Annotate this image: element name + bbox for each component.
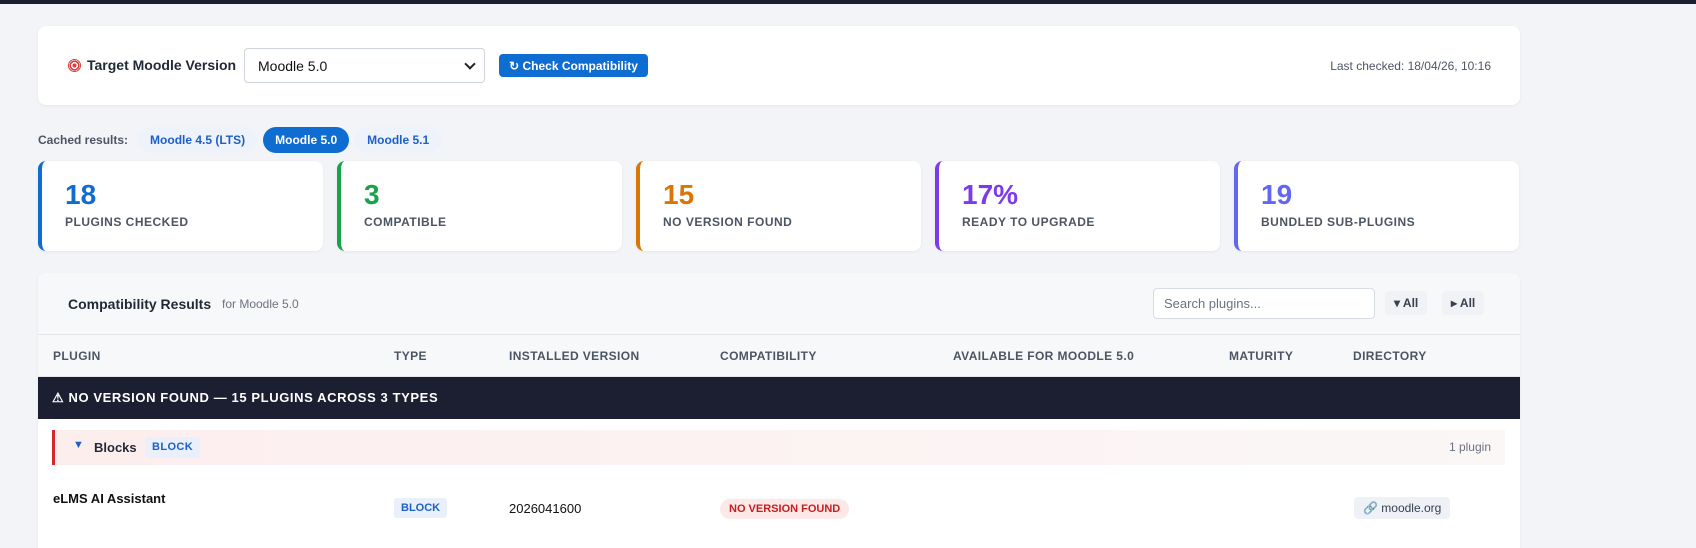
- plugin-name: eLMS AI Assistant: [53, 491, 166, 506]
- target-icon: [68, 58, 81, 72]
- cache-tab-moodle-5-1[interactable]: Moodle 5.1: [355, 127, 442, 153]
- stat-value: 17%: [962, 179, 1019, 210]
- stat-value: 15: [663, 179, 695, 210]
- stat-plugins-checked: 18 PLUGINS CHECKED: [38, 161, 323, 251]
- directory-link[interactable]: 🔗 moodle.org: [1354, 497, 1451, 519]
- stat-label: COMPATIBLE: [364, 215, 447, 229]
- stat-value: 3: [364, 179, 380, 210]
- column-header-type[interactable]: TYPE: [394, 349, 427, 363]
- column-header-directory[interactable]: DIRECTORY: [1353, 349, 1427, 363]
- results-subtitle: for Moodle 5.0: [222, 297, 299, 311]
- cache-tab-moodle-5-0[interactable]: Moodle 5.0: [263, 127, 350, 153]
- target-version-label: Target Moodle Version: [68, 57, 236, 73]
- check-compatibility-button[interactable]: ↻ Check Compatibility: [499, 54, 648, 77]
- version-select-value: Moodle 5.0: [258, 57, 328, 74]
- check-compatibility-label: ↻ Check Compatibility: [509, 58, 638, 73]
- search-input[interactable]: Search plugins...: [1153, 288, 1375, 319]
- results-card: Compatibility Results for Moodle 5.0 Sea…: [38, 273, 1520, 548]
- stat-label: BUNDLED SUB-PLUGINS: [1261, 215, 1416, 229]
- expand-all-button[interactable]: ▸ All: [1442, 291, 1485, 315]
- chevron-down-icon: [464, 58, 476, 70]
- table-row: eLMS AI Assistant BLOCK 2026041600 NO VE…: [38, 475, 1520, 535]
- version-select[interactable]: Moodle 5.0: [244, 48, 485, 83]
- stat-label: READY TO UPGRADE: [962, 215, 1095, 229]
- installed-version: 2026041600: [509, 501, 582, 516]
- stat-value: 18: [65, 179, 97, 210]
- last-checked: Last checked: 18/04/26, 10:16: [1330, 59, 1491, 73]
- column-header-compatibility[interactable]: COMPATIBILITY: [720, 349, 817, 363]
- results-title: Compatibility Results: [68, 296, 212, 312]
- cached-results-label: Cached results:: [38, 133, 129, 147]
- stat-bundled-sub-plugins: 19 BUNDLED SUB-PLUGINS: [1234, 161, 1519, 251]
- subgroup-blocks[interactable]: ▼ Blocks BLOCK 1 plugin: [52, 430, 1505, 465]
- top-bar: [0, 0, 1696, 4]
- results-header: Compatibility Results for Moodle 5.0 Sea…: [38, 273, 1520, 335]
- group-banner-text: ⚠ NO VERSION FOUND — 15 PLUGINS ACROSS 3…: [52, 390, 439, 405]
- stat-no-version-found: 15 NO VERSION FOUND: [636, 161, 921, 251]
- stats-row: 18 PLUGINS CHECKED 3 COMPATIBLE 15 NO VE…: [38, 161, 1520, 251]
- stat-label: NO VERSION FOUND: [663, 215, 793, 229]
- cache-tab-moodle-4-5[interactable]: Moodle 4.5 (LTS): [138, 127, 258, 153]
- compatibility-badge: NO VERSION FOUND: [720, 499, 850, 519]
- cached-results: Cached results: Moodle 4.5 (LTS) Moodle …: [38, 127, 442, 153]
- type-badge: BLOCK: [145, 437, 201, 458]
- stat-value: 19: [1261, 179, 1293, 210]
- type-badge: BLOCK: [394, 498, 448, 518]
- column-header-available[interactable]: AVAILABLE FOR MOODLE 5.0: [953, 349, 1134, 363]
- subgroup-name: Blocks: [94, 440, 137, 455]
- table-header: PLUGIN TYPE INSTALLED VERSION COMPATIBIL…: [38, 335, 1520, 377]
- column-header-plugin[interactable]: PLUGIN: [53, 349, 101, 363]
- stat-label: PLUGINS CHECKED: [65, 215, 189, 229]
- stat-ready-to-upgrade: 17% READY TO UPGRADE: [935, 161, 1220, 251]
- version-card: Target Moodle Version Moodle 5.0 ↻ Check…: [38, 26, 1520, 105]
- group-banner-no-version-found[interactable]: ⚠ NO VERSION FOUND — 15 PLUGINS ACROSS 3…: [38, 377, 1520, 419]
- target-version-text: Target Moodle Version: [87, 57, 237, 73]
- column-header-installed-version[interactable]: INSTALLED VERSION: [509, 349, 640, 363]
- stat-compatible: 3 COMPATIBLE: [337, 161, 622, 251]
- subgroup-count: 1 plugin: [1448, 440, 1491, 454]
- collapse-all-button[interactable]: ▾ All: [1385, 291, 1428, 315]
- chevron-down-icon[interactable]: ▼: [73, 439, 84, 451]
- column-header-maturity[interactable]: MATURITY: [1229, 349, 1293, 363]
